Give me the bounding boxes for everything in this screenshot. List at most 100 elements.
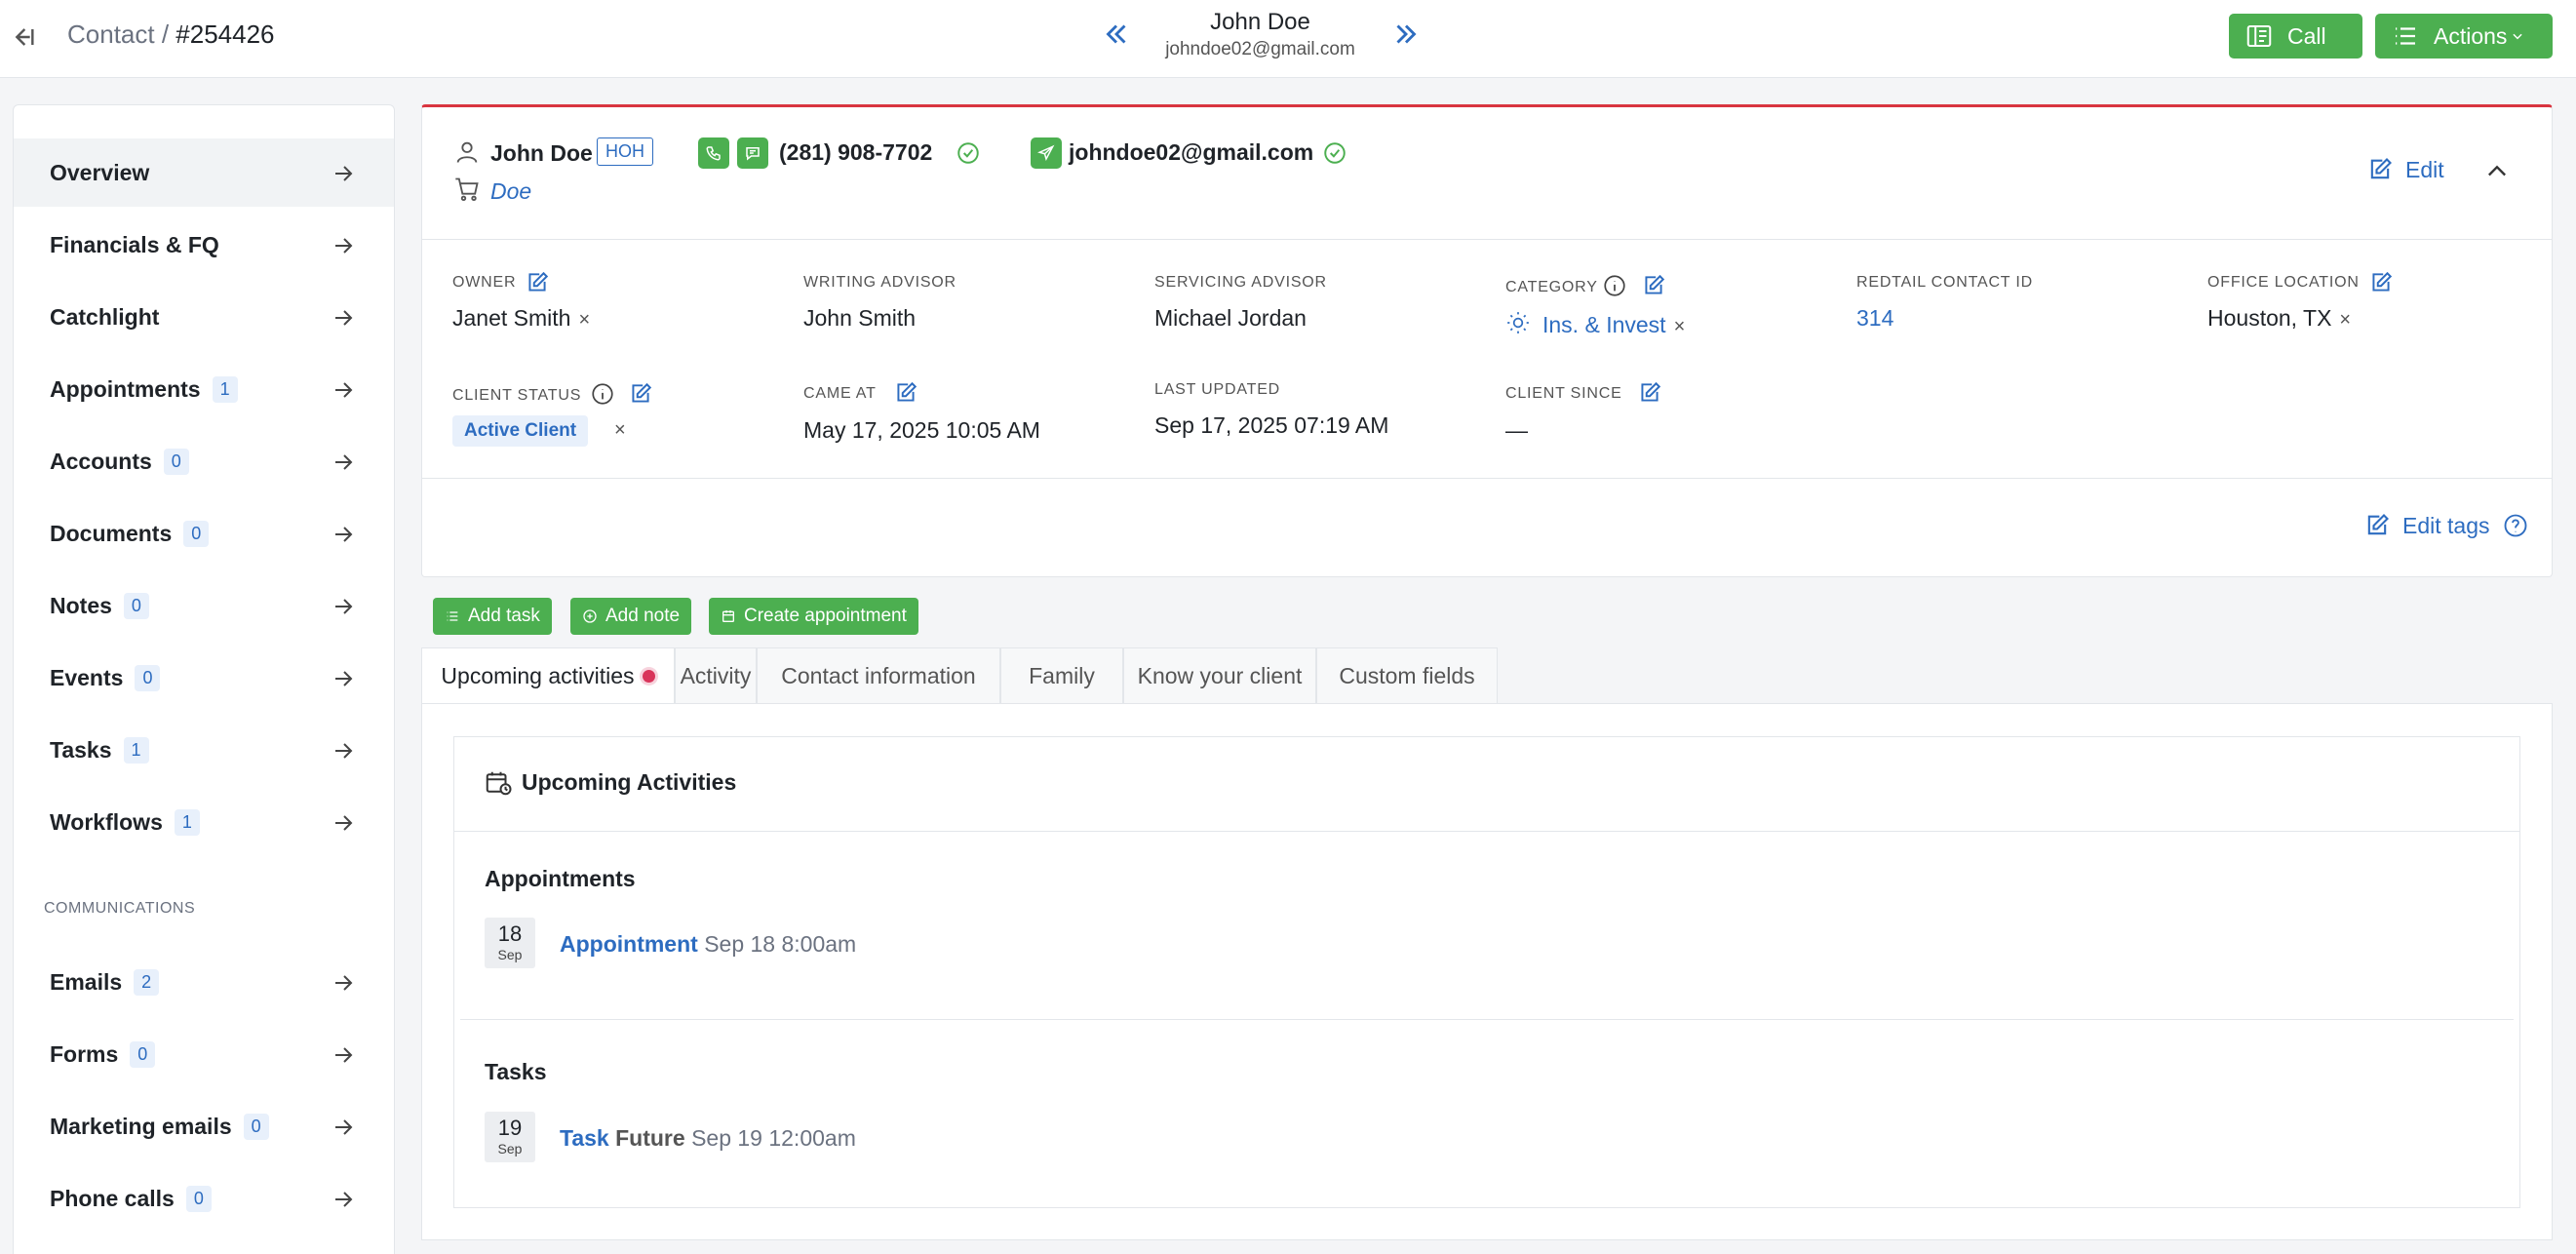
create-appointment-button[interactable]: Create appointment (709, 598, 918, 635)
came-at-label: CAME AT (803, 385, 877, 402)
servicing-advisor-label: SERVICING ADVISOR (1154, 274, 1327, 291)
edit-owner-icon[interactable] (525, 270, 550, 295)
appointment-item[interactable]: Appointment Sep 18 8:00am (560, 931, 856, 958)
edit-client-status-icon[interactable] (628, 381, 653, 407)
writing-advisor-label: WRITING ADVISOR (803, 274, 956, 291)
category-info-icon[interactable] (1602, 273, 1627, 298)
arrow-right-icon (332, 811, 355, 835)
cart-icon (453, 176, 481, 203)
divider (460, 1019, 2514, 1020)
call-button[interactable]: Call (2229, 14, 2362, 59)
sidebar-item-overview[interactable]: Overview (14, 138, 394, 207)
person-icon (453, 138, 481, 166)
hoh-badge: HOH (597, 137, 653, 166)
last-updated-value: Sep 17, 2025 07:19 AM (1154, 412, 1389, 438)
add-task-button[interactable]: Add task (433, 598, 552, 635)
owner-label: OWNER (452, 274, 517, 291)
tab-activity[interactable]: Activity (675, 647, 757, 704)
sidebar-item-phone-calls[interactable]: Phone calls 0 (14, 1164, 394, 1233)
appointment-title[interactable]: Appointment (560, 931, 698, 957)
sidebar-item-documents[interactable]: Documents 0 (14, 499, 394, 568)
servicing-advisor-value: Michael Jordan (1154, 305, 1307, 331)
phone-verified-icon (956, 140, 981, 166)
sidebar-item-events[interactable]: Events 0 (14, 644, 394, 712)
sidebar-item-label: Emails (50, 968, 123, 995)
header-contact-name: John Doe (1210, 9, 1310, 35)
sidebar-item-label: Overview (50, 159, 150, 185)
call-label: Call (2287, 22, 2326, 49)
tab-contact-information[interactable]: Contact information (757, 647, 1000, 704)
edit-category-icon[interactable] (1641, 273, 1666, 298)
upcoming-activities-title: Upcoming Activities (522, 769, 737, 795)
sidebar-item-emails[interactable]: Emails 2 (14, 948, 394, 1016)
tab-label: Know your client (1137, 663, 1303, 688)
sidebar-item-label: Notes (50, 592, 112, 618)
breadcrumb-prefix[interactable]: Contact / (67, 20, 169, 49)
household-link[interactable]: Doe (490, 178, 531, 205)
sidebar-item-forms[interactable]: Forms 0 (14, 1020, 394, 1088)
appointment-day: 18 (497, 921, 523, 946)
count-badge: 1 (123, 736, 149, 764)
tab-label: Custom fields (1339, 663, 1475, 688)
arrow-right-icon (332, 739, 355, 763)
create-appointment-label: Create appointment (744, 606, 907, 626)
office-location-value: Houston, TX × (2207, 305, 2352, 331)
remove-client-status-icon[interactable]: × (614, 419, 626, 442)
redtail-contact-id-value[interactable]: 314 (1856, 305, 1893, 332)
sidebar-item-accounts[interactable]: Accounts 0 (14, 427, 394, 495)
sidebar-item-financials[interactable]: Financials & FQ (14, 211, 394, 279)
sidebar-item-catchlight[interactable]: Catchlight (14, 283, 394, 351)
task-item[interactable]: Task Future Sep 19 12:00am (560, 1125, 856, 1152)
category-value[interactable]: Ins. & Invest × (1542, 312, 1685, 338)
task-title[interactable]: Task (560, 1125, 609, 1151)
tab-family[interactable]: Family (1000, 647, 1123, 704)
arrow-right-icon (332, 1116, 355, 1139)
count-badge: 0 (243, 1113, 269, 1140)
add-note-button[interactable]: Add note (570, 598, 692, 635)
sidebar-item-workflows[interactable]: Workflows 1 (14, 788, 394, 856)
sidebar-item-label: Marketing emails (50, 1113, 232, 1139)
arrow-right-icon (332, 1188, 355, 1211)
send-email-icon[interactable] (1031, 137, 1062, 169)
edit-came-at-icon[interactable] (893, 380, 918, 406)
client-status-info-icon[interactable] (590, 381, 615, 407)
sidebar: Overview Financials & FQ Catchlight Appo… (13, 104, 395, 1254)
actions-button[interactable]: Actions (2375, 14, 2553, 59)
back-icon[interactable] (12, 21, 43, 53)
phone-icon[interactable] (698, 137, 729, 169)
count-badge: 2 (134, 968, 160, 996)
tasks-heading: Tasks (485, 1059, 547, 1084)
sidebar-item-marketing-emails[interactable]: Marketing emails 0 (14, 1092, 394, 1160)
client-since-value: — (1505, 417, 1528, 443)
tab-upcoming-activities[interactable]: Upcoming activities (421, 647, 675, 704)
arrow-right-icon (332, 162, 355, 185)
edit-client-since-icon[interactable] (1637, 380, 1662, 406)
chevron-up-icon[interactable] (2483, 158, 2511, 185)
actions-label: Actions (2434, 22, 2508, 49)
next-contact-icon[interactable] (1389, 18, 1423, 51)
sms-icon[interactable] (737, 137, 768, 169)
edit-tags-button[interactable]: Edit tags (2363, 512, 2529, 539)
email-verified-icon (1322, 140, 1347, 166)
contact-phone[interactable]: (281) 908-7702 (779, 139, 932, 166)
edit-office-location-icon[interactable] (2368, 270, 2394, 295)
sidebar-item-appointments[interactable]: Appointments 1 (14, 355, 394, 423)
tab-know-your-client[interactable]: Know your client (1123, 647, 1316, 704)
help-icon[interactable] (2502, 512, 2529, 539)
edit-contact-button[interactable]: Edit (2366, 156, 2444, 183)
redtail-contact-id-label: REDTAIL CONTACT ID (1856, 274, 2033, 291)
sidebar-item-tasks[interactable]: Tasks 1 (14, 716, 394, 784)
edit-icon (2366, 156, 2394, 183)
task-day: 19 (497, 1116, 523, 1140)
remove-office-location-icon[interactable]: × (2339, 309, 2351, 331)
remove-owner-icon[interactable]: × (578, 309, 590, 331)
remove-category-icon[interactable]: × (1674, 316, 1686, 337)
contact-email[interactable]: johndoe02@gmail.com (1069, 139, 1313, 166)
arrow-right-icon (332, 1043, 355, 1067)
divider (422, 239, 2552, 240)
tab-custom-fields[interactable]: Custom fields (1316, 647, 1498, 704)
sidebar-item-notes[interactable]: Notes 0 (14, 571, 394, 640)
contact-name: John Doe (490, 140, 593, 166)
contact-number: #254426 (176, 20, 275, 49)
arrow-right-icon (332, 595, 355, 618)
